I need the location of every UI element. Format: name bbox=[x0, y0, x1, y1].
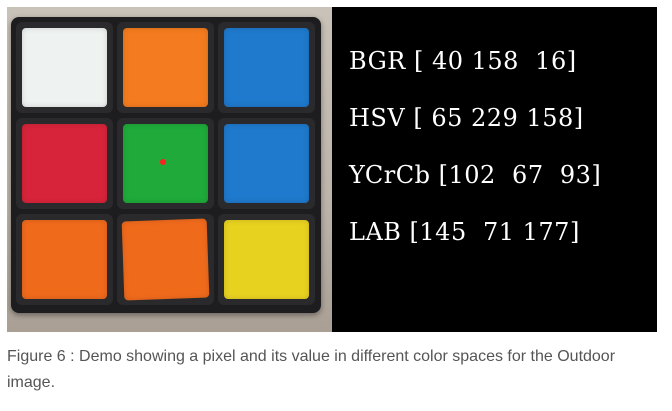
sticker-blue bbox=[224, 124, 309, 203]
cube-cell-r1-c2 bbox=[117, 22, 214, 113]
sticker-white bbox=[22, 28, 107, 107]
cube-cell-r2-c2 bbox=[117, 118, 214, 209]
hsv-value: HSV [ 65 229 158] bbox=[349, 104, 584, 132]
cube-cell-r1-c1 bbox=[16, 22, 113, 113]
sticker-orange bbox=[123, 28, 208, 107]
figure: BGR [ 40 158 16] HSV [ 65 229 158] YCrCb… bbox=[0, 0, 672, 411]
cube-cell-r1-c3 bbox=[218, 22, 315, 113]
sticker-yellow bbox=[224, 220, 309, 299]
cube-cell-r3-c3 bbox=[218, 214, 315, 305]
color-value-readout: BGR [ 40 158 16] HSV [ 65 229 158] YCrCb… bbox=[332, 7, 657, 332]
figure-image: BGR [ 40 158 16] HSV [ 65 229 158] YCrCb… bbox=[7, 7, 657, 332]
sticker-blue bbox=[224, 28, 309, 107]
sticker-orange bbox=[121, 218, 210, 301]
rubiks-cube-photo bbox=[7, 7, 332, 332]
ycrcb-value: YCrCb [102 67 93] bbox=[349, 161, 602, 189]
bgr-value: BGR [ 40 158 16] bbox=[349, 47, 577, 75]
cube-cell-r3-c2 bbox=[117, 214, 214, 305]
cube-cell-r3-c1 bbox=[16, 214, 113, 305]
probe-pixel-marker bbox=[160, 159, 166, 165]
cube-cell-r2-c1 bbox=[16, 118, 113, 209]
cube-cell-r2-c3 bbox=[218, 118, 315, 209]
figure-caption: Figure 6 : Demo showing a pixel and its … bbox=[7, 348, 616, 391]
sticker-red bbox=[22, 124, 107, 203]
lab-value: LAB [145 71 177] bbox=[349, 218, 580, 246]
sticker-orange bbox=[22, 220, 107, 299]
rubiks-cube bbox=[11, 17, 321, 313]
